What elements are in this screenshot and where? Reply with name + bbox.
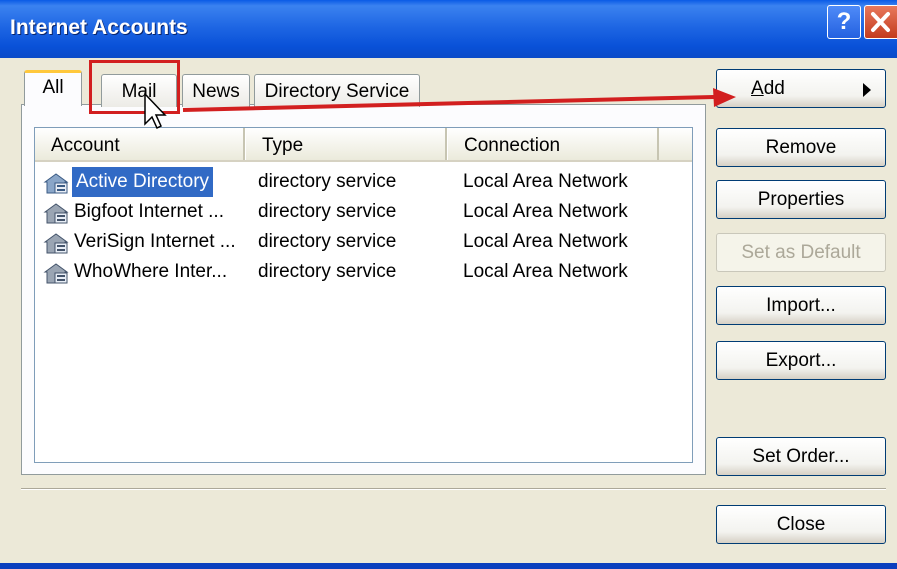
add-label-accelerator: A	[751, 78, 764, 99]
set-order-button[interactable]: Set Order...	[716, 437, 886, 476]
close-icon	[871, 12, 890, 32]
export-button[interactable]: Export...	[716, 341, 886, 380]
account-connection: Local Area Network	[463, 201, 628, 222]
help-icon: ?	[836, 8, 852, 35]
help-button[interactable]: ?	[827, 5, 861, 39]
account-type: directory service	[258, 171, 397, 192]
account-connection: Local Area Network	[463, 231, 628, 252]
window-bottom-border	[0, 563, 897, 569]
set-as-default-button[interactable]: Set as Default	[716, 233, 886, 272]
directory-service-icon	[43, 233, 69, 254]
accounts-list[interactable]: Account Type Connection Active Directory…	[34, 127, 693, 463]
column-header-account[interactable]: Account	[35, 128, 245, 160]
account-name: Bigfoot Internet ...	[74, 201, 224, 222]
close-window-button[interactable]	[864, 5, 897, 39]
remove-button[interactable]: Remove	[716, 128, 886, 167]
account-type: directory service	[258, 261, 397, 282]
directory-service-icon	[43, 263, 69, 284]
properties-button[interactable]: Properties	[716, 180, 886, 219]
account-name: WhoWhere Inter...	[74, 261, 228, 282]
tab-mail[interactable]: Mail	[101, 74, 177, 107]
list-item[interactable]: Bigfoot Internet ... directory service L…	[35, 197, 692, 227]
list-item[interactable]: WhoWhere Inter... directory service Loca…	[35, 257, 692, 287]
directory-service-icon	[43, 203, 69, 224]
list-item[interactable]: VeriSign Internet ... directory service …	[35, 227, 692, 257]
import-button[interactable]: Import...	[716, 286, 886, 325]
account-name: Active Directory	[72, 167, 214, 197]
directory-service-icon	[43, 173, 69, 194]
account-connection: Local Area Network	[463, 261, 628, 282]
tab-news[interactable]: News	[182, 74, 250, 107]
list-item[interactable]: Active Directory directory service Local…	[35, 167, 692, 197]
account-type: directory service	[258, 201, 397, 222]
window-title: Internet Accounts	[10, 16, 188, 39]
column-header-type[interactable]: Type	[245, 128, 447, 160]
title-bar: Internet Accounts ?	[0, 0, 897, 58]
list-header: Account Type Connection	[35, 128, 692, 162]
submenu-arrow-icon	[863, 83, 871, 97]
column-header-connection[interactable]: Connection	[447, 128, 659, 160]
tab-directory-service[interactable]: Directory Service	[254, 74, 420, 107]
internet-accounts-window: Internet Accounts ? All Mail News Direct…	[0, 0, 897, 569]
tab-all[interactable]: All	[24, 70, 82, 106]
account-type: directory service	[258, 231, 397, 252]
add-button[interactable]: Add	[716, 69, 886, 108]
close-button[interactable]: Close	[716, 505, 886, 544]
separator	[21, 488, 886, 490]
add-label: dd	[763, 78, 785, 99]
account-name: VeriSign Internet ...	[74, 231, 236, 252]
account-connection: Local Area Network	[463, 171, 628, 192]
